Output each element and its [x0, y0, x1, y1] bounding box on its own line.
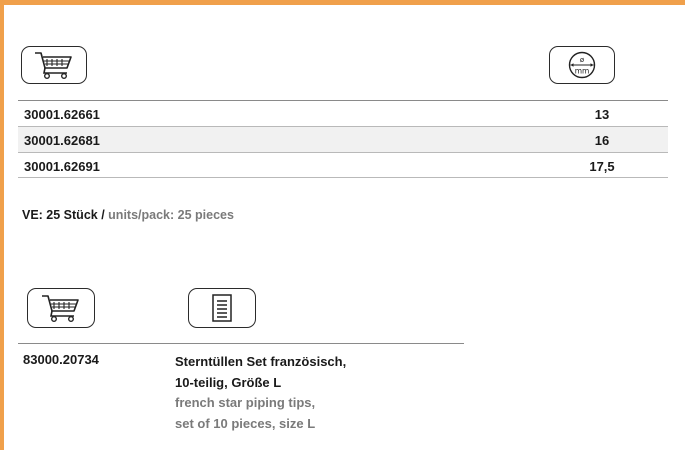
- description-de-line: Sterntüllen Set französisch,: [175, 354, 347, 369]
- table-row: 30001.62681 16: [18, 126, 668, 152]
- top-accent-bar: [0, 0, 685, 5]
- diameter-value: 13: [594, 107, 610, 122]
- description-en-line: set of 10 pieces, size L: [175, 415, 316, 431]
- document-icon: [212, 294, 232, 322]
- packaging-unit-de: VE: 25 Stück /: [22, 208, 105, 222]
- svg-text:mm: mm: [575, 67, 590, 76]
- description-en-line: french star piping tips,: [175, 395, 316, 410]
- shopping-cart-icon: [35, 52, 72, 80]
- svg-text:ø: ø: [580, 56, 585, 64]
- diameter-mm-icon: ø mm: [568, 51, 596, 79]
- cart-header-button: [21, 46, 87, 84]
- article-description-table: 83000.20734 Sterntüllen Set französisch,…: [18, 343, 464, 445]
- article-number: 30001.62681: [24, 133, 100, 148]
- article-number: 30001.62661: [24, 107, 100, 122]
- article-number: 30001.62691: [24, 159, 100, 174]
- diameter-value: 16: [594, 133, 610, 148]
- table-row: 30001.62691 17,5: [18, 152, 668, 178]
- table-row: 30001.62661 13: [18, 100, 668, 126]
- description-header-button: [188, 288, 256, 328]
- article-description: Sterntüllen Set französisch, 10-teilig, …: [175, 352, 346, 434]
- packaging-unit-note: VE: 25 Stück / units/pack: 25 pieces: [22, 208, 234, 222]
- packaging-unit-en: units/pack: 25 pieces: [108, 208, 234, 222]
- cart-header-button: [27, 288, 95, 328]
- diameter-value: 17,5: [589, 159, 615, 174]
- shopping-cart-icon: [42, 295, 79, 323]
- left-accent-bar: [0, 0, 4, 450]
- diameter-header-button: ø mm: [549, 46, 615, 84]
- article-number: 83000.20734: [23, 352, 99, 367]
- description-de-line: 10-teilig, Größe L: [175, 374, 282, 390]
- article-diameter-table: 30001.62661 13 30001.62681 16 30001.6269…: [18, 100, 668, 178]
